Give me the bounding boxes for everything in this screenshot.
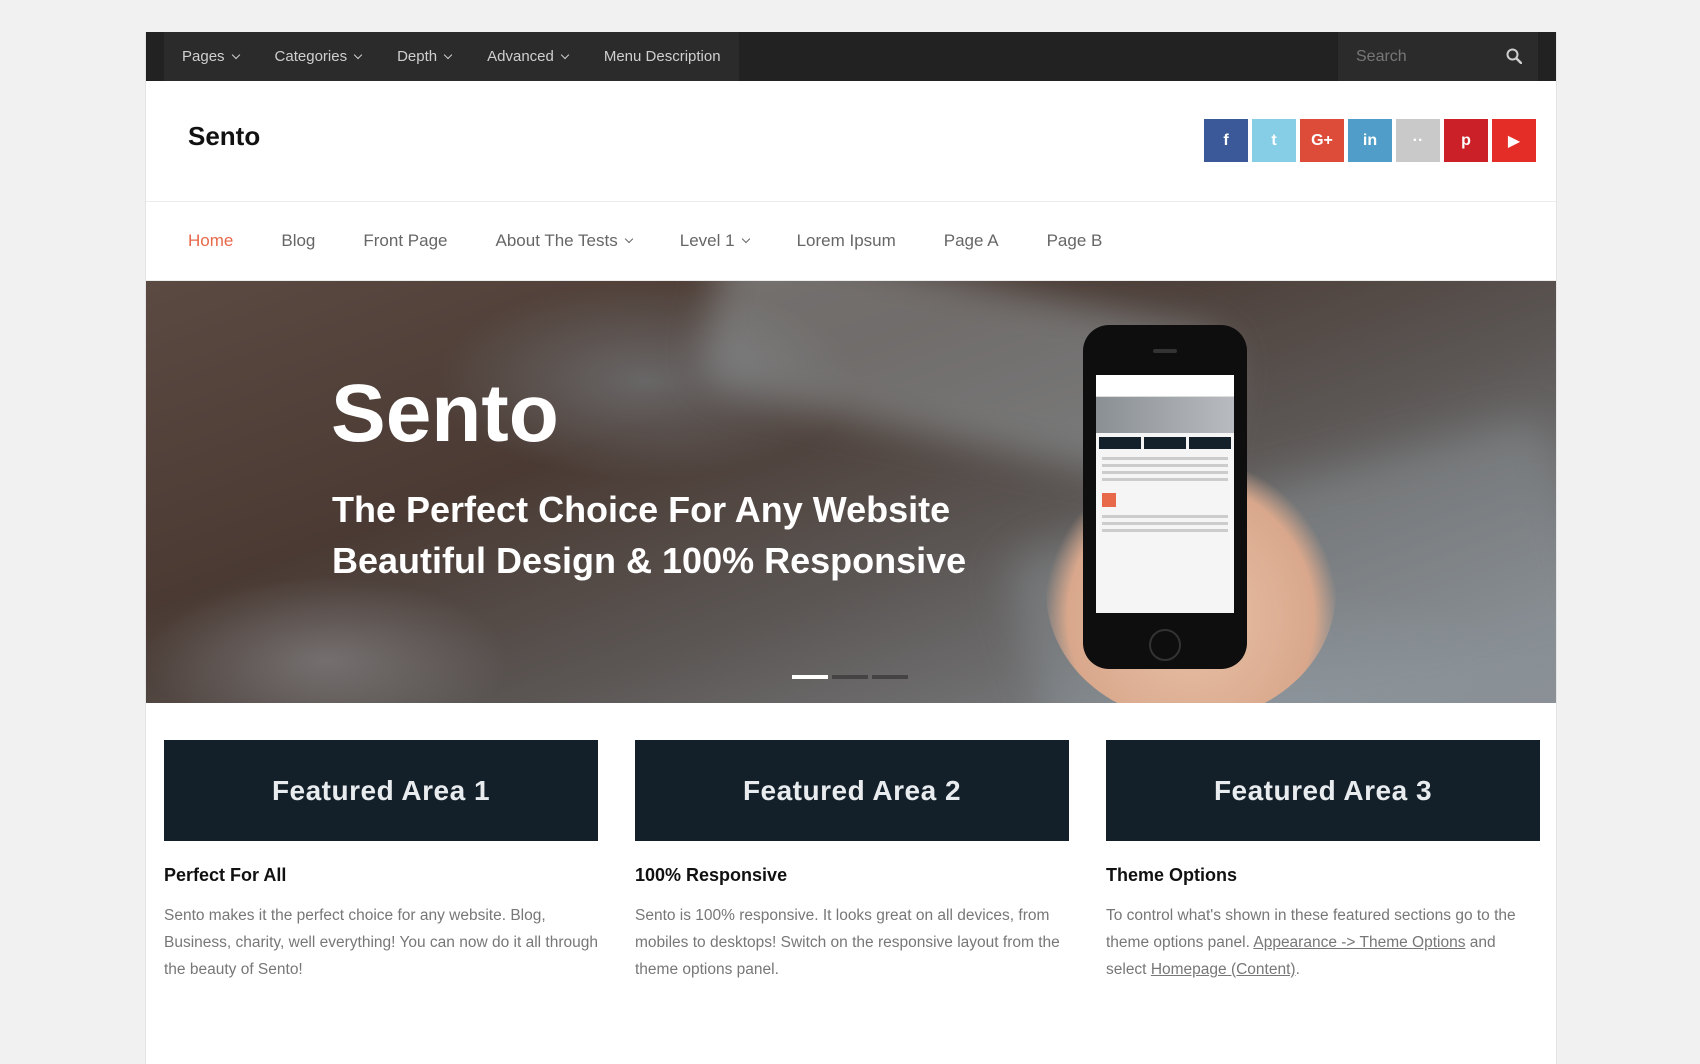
screen-accent [1102, 493, 1116, 507]
homepage-content-link[interactable]: Homepage (Content) [1151, 961, 1296, 978]
chevron-down-icon [741, 234, 750, 244]
featured-area-text: To control what's shown in these feature… [1106, 902, 1540, 983]
top-menu-advanced[interactable]: Advanced [487, 48, 570, 65]
site-header: Sento f t G+ in ·· p ▶ [146, 81, 1556, 202]
screen-text [1096, 453, 1234, 489]
featured-area-title: 100% Responsive [635, 865, 788, 885]
top-menu-label: Categories [274, 48, 348, 65]
top-menu-depth[interactable]: Depth [397, 48, 453, 65]
featured-area-header[interactable]: Featured Area 1 [164, 740, 598, 841]
slider-dot[interactable] [792, 675, 828, 679]
featured-area-title: Perfect For All [164, 865, 287, 885]
phone-image [1083, 325, 1247, 669]
featured-area-text: Sento makes it the perfect choice for an… [164, 907, 598, 978]
slider-dot[interactable] [872, 675, 908, 679]
hero-title: Sento [331, 368, 559, 459]
main-nav: Home Blog Front Page About The Tests Lev… [146, 202, 1556, 281]
featured-area-text: Sento is 100% responsive. It looks great… [635, 907, 1060, 978]
nav-item-level-1[interactable]: Level 1 [679, 231, 750, 251]
hero-subtitle-line1: The Perfect Choice For Any Website [332, 489, 951, 530]
hero-slider[interactable]: Sento The Perfect Choice For Any Website… [146, 281, 1556, 703]
pinterest-icon[interactable]: p [1444, 119, 1488, 162]
facebook-icon[interactable]: f [1204, 119, 1248, 162]
nav-item-blog[interactable]: Blog [281, 231, 315, 251]
top-menu-categories[interactable]: Categories [274, 48, 363, 65]
social-links: f t G+ in ·· p ▶ [1200, 119, 1536, 162]
chevron-down-icon [353, 50, 363, 59]
chevron-down-icon [560, 50, 570, 59]
nav-item-front-page[interactable]: Front Page [363, 231, 447, 251]
screen-feature-tabs [1096, 433, 1234, 453]
page-container: Pages Categories Depth Advanced Menu Des… [145, 32, 1557, 1064]
nav-item-label: About The Tests [495, 231, 618, 250]
nav-item-page-b[interactable]: Page B [1047, 231, 1103, 251]
phone-home-button [1149, 629, 1181, 661]
youtube-icon[interactable]: ▶ [1492, 119, 1536, 162]
featured-area-header[interactable]: Featured Area 3 [1106, 740, 1540, 841]
featured-area-1: Featured Area 1 Perfect For All Sento ma… [164, 740, 598, 983]
top-menu-label: Advanced [487, 48, 554, 65]
featured-area-2: Featured Area 2 100% Responsive Sento is… [635, 740, 1069, 983]
site-title[interactable]: Sento [188, 121, 260, 152]
top-menu: Pages Categories Depth Advanced Menu Des… [164, 32, 739, 81]
appearance-theme-options-link[interactable]: Appearance -> Theme Options [1253, 934, 1465, 951]
search-box [1338, 32, 1538, 81]
twitter-icon[interactable]: t [1252, 119, 1296, 162]
search-icon[interactable] [1506, 48, 1522, 64]
text-segment: . [1295, 961, 1300, 978]
chevron-down-icon [624, 234, 633, 244]
featured-area-3: Featured Area 3 Theme Options To control… [1106, 740, 1540, 983]
phone-screen [1096, 375, 1234, 613]
top-menu-menu-description[interactable]: Menu Description [604, 48, 721, 65]
nav-item-page-a[interactable]: Page A [944, 231, 999, 251]
top-menu-label: Depth [397, 48, 438, 65]
featured-areas: Featured Area 1 Perfect For All Sento ma… [164, 740, 1540, 983]
flickr-icon[interactable]: ·· [1396, 119, 1440, 162]
top-menu-label: Menu Description [603, 48, 721, 65]
hero-subtitle-line2: Beautiful Design & 100% Responsive [332, 540, 967, 581]
featured-area-title: Theme Options [1106, 865, 1238, 885]
nav-item-lorem-ipsum[interactable]: Lorem Ipsum [797, 231, 896, 251]
screen-tab [1099, 437, 1141, 449]
screen-header [1096, 375, 1234, 397]
linkedin-icon[interactable]: in [1348, 119, 1392, 162]
top-bar: Pages Categories Depth Advanced Menu Des… [146, 32, 1556, 81]
slider-pagination [792, 675, 912, 679]
nav-item-about-the-tests[interactable]: About The Tests [495, 231, 633, 251]
top-menu-label: Pages [182, 48, 225, 65]
screen-hero [1096, 397, 1234, 433]
chevron-down-icon [231, 50, 240, 59]
phone-speaker [1153, 349, 1177, 353]
search-input[interactable] [1338, 47, 1498, 66]
featured-area-header[interactable]: Featured Area 2 [635, 740, 1069, 841]
google-plus-icon[interactable]: G+ [1300, 119, 1344, 162]
screen-text [1096, 511, 1234, 540]
screen-tab [1144, 437, 1186, 449]
top-menu-pages[interactable]: Pages [182, 48, 240, 65]
nav-item-home[interactable]: Home [188, 231, 233, 251]
nav-item-label: Level 1 [679, 231, 735, 250]
chevron-down-icon [443, 50, 453, 59]
screen-tab [1189, 437, 1231, 449]
slider-dot[interactable] [832, 675, 868, 679]
